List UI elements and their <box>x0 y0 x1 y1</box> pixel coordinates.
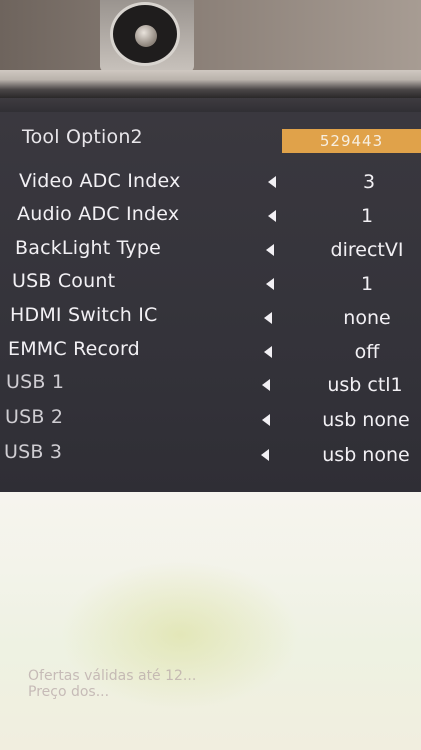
menu-item-label: BackLight Type <box>15 237 162 259</box>
left-arrow-icon[interactable] <box>264 312 272 324</box>
menu-item-usb-count[interactable]: USB Count <box>12 266 115 296</box>
menu-item-value: 1 <box>360 205 374 227</box>
menu-item-value: off <box>354 341 380 363</box>
menu-item-label: Video ADC Index <box>19 170 181 192</box>
webcam-ring <box>110 2 180 66</box>
menu-item-value: usb none <box>322 444 410 466</box>
menu-item-value: none <box>343 307 391 329</box>
menu-item-emmc-record[interactable]: EMMC Record <box>8 334 140 364</box>
left-arrow-icon[interactable] <box>264 346 272 358</box>
webcam <box>100 0 194 72</box>
tv-bezel <box>0 70 421 98</box>
background-ghost-text: Ofertas válidas até 12... Preço dos... <box>28 668 196 700</box>
left-arrow-icon[interactable] <box>268 210 276 222</box>
menu-item-label: Audio ADC Index <box>17 203 180 225</box>
menu-item-label: EMMC Record <box>8 338 140 360</box>
menu-item-value: 1 <box>360 273 374 295</box>
menu-item-value: 3 <box>362 171 376 193</box>
menu-item-usb-1[interactable]: USB 1 <box>6 367 64 397</box>
left-arrow-icon[interactable] <box>268 176 276 188</box>
menu-item-audio-adc-index[interactable]: Audio ADC Index <box>17 199 179 229</box>
menu-item-usb-3[interactable]: USB 3 <box>4 437 62 467</box>
menu-title-value: 529443 <box>282 129 421 153</box>
menu-item-label: USB 2 <box>5 406 64 428</box>
wall-background <box>0 0 421 72</box>
left-arrow-icon[interactable] <box>262 414 270 426</box>
menu-item-backlight-type[interactable]: BackLight Type <box>15 233 161 263</box>
ghost-text-line: Ofertas válidas até 12... <box>28 668 197 684</box>
menu-item-label: USB Count <box>12 270 116 292</box>
menu-title-row[interactable]: Tool Option2 <box>22 122 143 152</box>
menu-item-label: USB 3 <box>4 441 63 463</box>
menu-item-label: HDMI Switch IC <box>10 304 158 326</box>
menu-item-usb-2[interactable]: USB 2 <box>5 402 63 432</box>
menu-item-label: USB 1 <box>6 371 65 393</box>
ghost-text-line: Preço dos... <box>28 684 110 700</box>
menu-item-value: usb none <box>322 409 410 431</box>
left-arrow-icon[interactable] <box>262 379 270 391</box>
menu-title: Tool Option2 <box>22 126 143 148</box>
menu-item-hdmi-switch-ic[interactable]: HDMI Switch IC <box>10 300 157 330</box>
webcam-lens-icon <box>135 25 157 47</box>
left-arrow-icon[interactable] <box>261 449 269 461</box>
menu-item-value: directVI <box>330 239 404 261</box>
left-arrow-icon[interactable] <box>266 244 274 256</box>
menu-item-value: usb ctl1 <box>327 374 403 396</box>
left-arrow-icon[interactable] <box>266 278 274 290</box>
menu-item-video-adc-index[interactable]: Video ADC Index <box>19 166 181 196</box>
